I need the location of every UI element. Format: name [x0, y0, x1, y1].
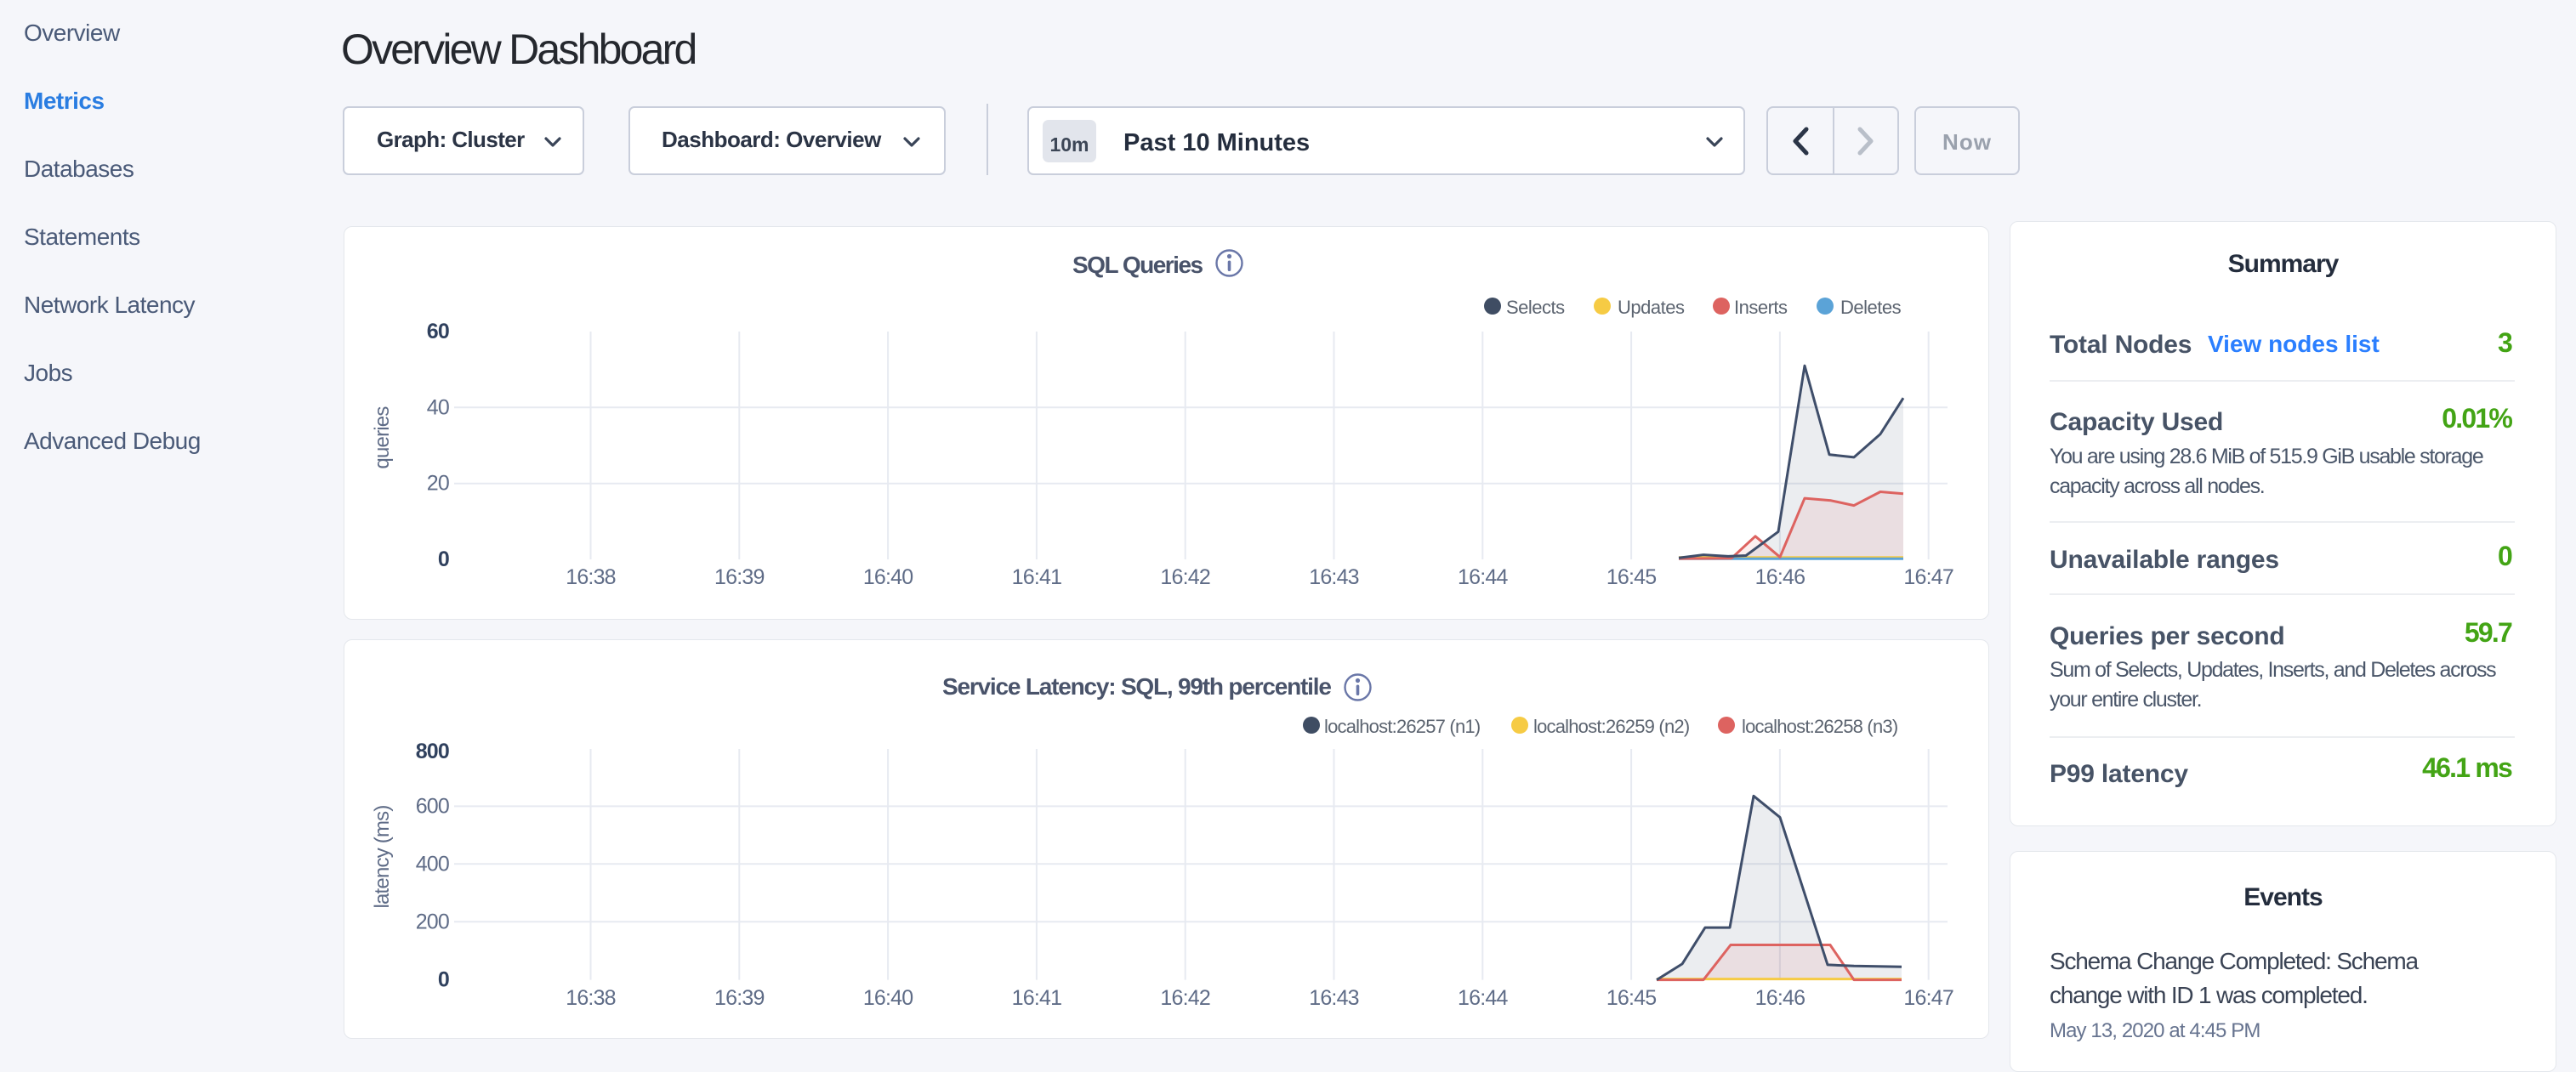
svg-text:16:46: 16:46 [1755, 986, 1805, 1010]
svg-text:queries: queries [371, 406, 394, 469]
svg-text:16:44: 16:44 [1458, 986, 1508, 1010]
svg-text:16:45: 16:45 [1606, 565, 1657, 589]
svg-text:16:43: 16:43 [1309, 986, 1359, 1010]
svg-text:16:47: 16:47 [1903, 565, 1953, 589]
svg-text:20: 20 [427, 472, 449, 496]
svg-text:200: 200 [416, 910, 449, 933]
svg-text:16:39: 16:39 [714, 565, 765, 589]
svg-text:16:45: 16:45 [1606, 986, 1657, 1010]
svg-text:16:40: 16:40 [863, 986, 913, 1010]
svg-text:16:39: 16:39 [714, 986, 765, 1010]
svg-text:60: 60 [427, 320, 449, 343]
svg-text:40: 40 [427, 395, 449, 419]
svg-text:16:42: 16:42 [1160, 565, 1210, 589]
svg-text:16:43: 16:43 [1309, 565, 1359, 589]
svg-text:16:38: 16:38 [566, 986, 616, 1010]
svg-text:600: 600 [416, 794, 449, 818]
svg-text:16:46: 16:46 [1755, 565, 1805, 589]
svg-text:16:42: 16:42 [1160, 986, 1210, 1010]
svg-text:0: 0 [438, 547, 449, 571]
svg-text:latency (ms): latency (ms) [371, 805, 394, 908]
svg-text:0: 0 [438, 968, 449, 992]
svg-text:16:47: 16:47 [1903, 986, 1953, 1010]
svg-text:800: 800 [416, 740, 449, 763]
svg-text:16:40: 16:40 [863, 565, 913, 589]
svg-text:400: 400 [416, 852, 449, 876]
svg-text:16:41: 16:41 [1012, 565, 1062, 589]
svg-text:16:41: 16:41 [1012, 986, 1062, 1010]
svg-text:16:44: 16:44 [1458, 565, 1508, 589]
svg-text:16:38: 16:38 [566, 565, 616, 589]
